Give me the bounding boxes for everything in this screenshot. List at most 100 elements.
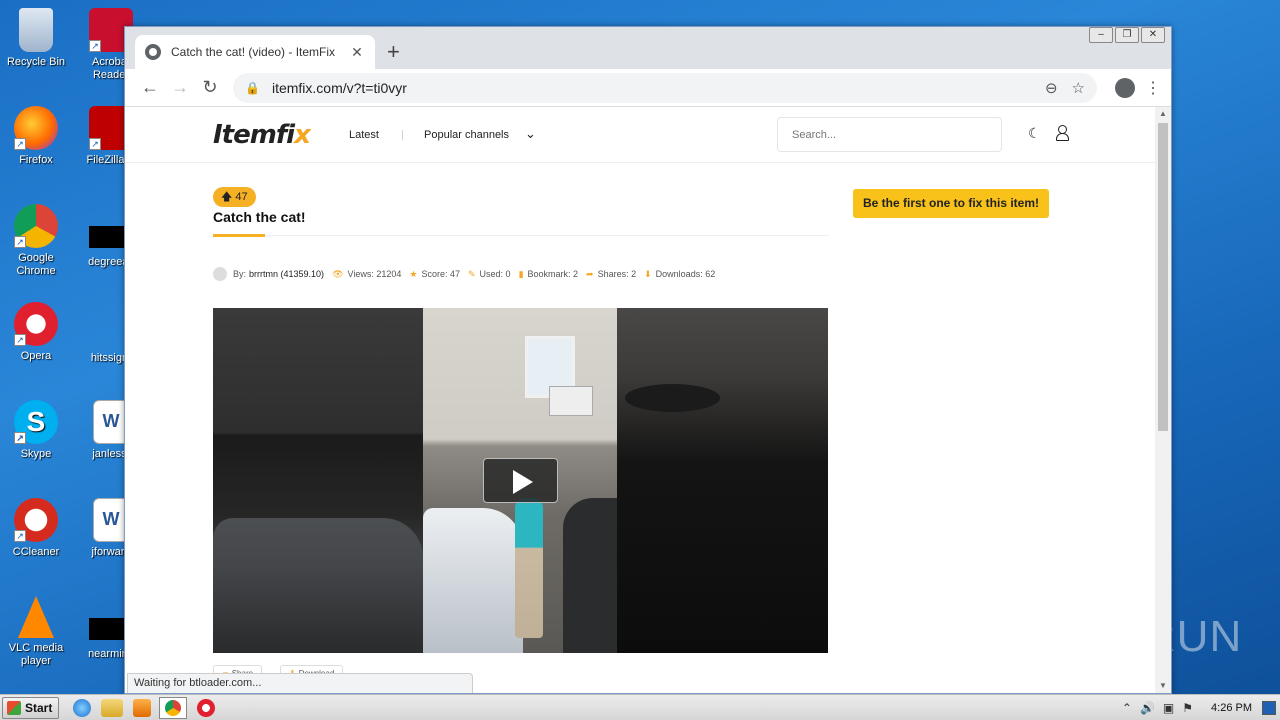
video-player[interactable] [213,308,828,653]
tab-strip: Catch the cat! (video) - ItemFix ✕ + – ❐… [125,27,1171,69]
globe-icon [145,44,161,60]
scrollbar-thumb[interactable] [1158,123,1168,431]
chevron-down-icon[interactable]: ⌄ [525,126,536,142]
show-desktop-icon[interactable] [1262,701,1276,715]
restore-icon[interactable]: ❐ [1115,27,1139,43]
desktop-icon-label: Google Chrome [16,252,56,277]
desktop-icon-ccleaner[interactable]: ↗ CCleaner [1,498,71,559]
post-meta: By: brrrtmn (41359.10) 👁 Views: 21204 ★ Sco… [213,267,723,281]
desktop-icon-label: CCleaner [12,546,60,558]
file-explorer-icon[interactable] [101,698,124,717]
logo-text: Itemfi [213,120,295,150]
media-player-icon[interactable] [133,698,152,717]
used-text: Used: 0 [479,269,511,279]
scroll-up-icon[interactable]: ▲ [1155,107,1171,121]
desktop-icon-firefox[interactable]: ↗ Firefox [1,106,71,167]
desktop-icon-opera[interactable]: ↗ Opera [1,302,71,363]
reload-icon[interactable]: ↻ [195,77,225,98]
vlc-cone-icon [18,596,54,638]
tab-title: Catch the cat! (video) - ItemFix [171,45,336,59]
user-icon[interactable] [1055,125,1069,141]
menu-kebab-icon[interactable]: ⋮ [1145,78,1161,98]
desktop-icon-recycle-bin[interactable]: Recycle Bin [1,8,71,69]
meta-score: ★ Score: 47 [409,269,460,280]
wrench-icon: ✎ [467,268,476,279]
start-label: Start [25,700,53,715]
windows-flag-icon [7,700,21,715]
window-controls: – ❐ ✕ [1087,27,1165,43]
meta-shares: ➦ Shares: 2 [586,269,636,280]
tray-expand-icon[interactable]: ⌃ [1122,701,1132,715]
shares-text: Shares: 2 [597,269,637,279]
address-bar[interactable]: 🔒 itemfix.com/v?t=ti0vyr ⊖ ☆ [233,72,1097,103]
by-label: By: [233,269,247,279]
itemfix-logo[interactable]: Itemfix [213,120,311,150]
post-title: Catch the cat! [213,209,306,225]
play-button-icon[interactable] [483,458,558,503]
nav-popular-channels-link[interactable]: Popular channels [424,129,509,141]
fix-item-button[interactable]: Be the first one to fix this item! [853,189,1050,218]
vote-count: 47 [235,191,248,203]
action-center-flag-icon[interactable]: ⚑ [1182,701,1193,715]
minimize-icon[interactable]: – [1089,27,1113,43]
dark-mode-moon-icon[interactable]: ☾ [1028,125,1041,142]
logo-x: x [294,120,311,150]
desktop-icon-label: Firefox [19,154,53,166]
meta-bookmark: ▮ Bookmark: 2 [519,269,578,280]
score-text: Score: 47 [421,269,460,279]
browser-window: Catch the cat! (video) - ItemFix ✕ + – ❐… [124,26,1172,694]
nav-separator: | [401,129,404,141]
meta-used: ✎ Used: 0 [468,269,511,280]
recycle-bin-icon [19,8,53,52]
forward-arrow-icon[interactable]: → [165,77,195,98]
network-icon[interactable]: ▣ [1163,701,1174,715]
downloads-text: Downloads: 62 [655,269,716,279]
chrome-taskbar-button[interactable] [159,696,188,719]
desktop-icon-label: Recycle Bin [6,56,66,68]
zoom-icon[interactable]: ⊖ [1045,79,1058,97]
eye-icon: 👁 [332,268,344,279]
tab-close-icon[interactable]: ✕ [349,44,365,61]
account-icon[interactable] [1115,77,1135,98]
download-icon: ⬇ [644,268,652,279]
title-divider [213,235,829,236]
bookmark-icon: ▮ [518,268,524,279]
system-tray: ⌃ 🔊 ▣ ⚑ 4:26 PM [1114,695,1280,720]
search-input[interactable] [777,117,1002,152]
opera-icon: ↗ [14,302,58,346]
lock-icon: 🔒 [245,80,260,95]
start-button[interactable]: Start [2,696,60,719]
avatar[interactable] [213,267,227,281]
meta-downloads: ⬇ Downloads: 62 [644,269,715,280]
taskbar: Start ⌃ 🔊 ▣ ⚑ 4:26 PM [0,694,1280,720]
toolbar: ← → ↻ 🔒 itemfix.com/v?t=ti0vyr ⊖ ☆ ⋮ [125,69,1171,107]
title-accent-bar [213,234,265,237]
volume-icon[interactable]: 🔊 [1140,701,1155,715]
upvote-badge[interactable]: 🡅 47 [213,187,256,207]
scroll-down-icon[interactable]: ▼ [1155,679,1171,693]
clock[interactable]: 4:26 PM [1211,702,1252,714]
page-scrollbar[interactable]: ▲ ▼ [1155,107,1171,693]
chrome-icon: ↗ [14,204,58,248]
internet-explorer-icon[interactable] [73,698,92,717]
firefox-icon: ↗ [14,106,58,150]
site-header: Itemfix Latest | Popular channels ⌄ ☾ [125,107,1155,163]
bookmark-star-icon[interactable]: ☆ [1072,79,1085,97]
author-link[interactable]: brrrtmn (41359.10) [249,269,324,279]
meta-author: By: brrrtmn (41359.10) [233,269,324,279]
back-arrow-icon[interactable]: ← [135,77,165,98]
desktop-icon-vlc[interactable]: VLC media player [1,596,71,668]
nav-latest-link[interactable]: Latest [349,129,379,141]
meta-views: 👁 Views: 21204 [332,269,401,280]
desktop-icon-chrome[interactable]: ↗ Google Chrome [1,204,71,278]
new-tab-button[interactable]: + [387,39,400,65]
desktop-icon-skype[interactable]: S ↗ Skype [1,400,71,461]
browser-tab[interactable]: Catch the cat! (video) - ItemFix ✕ [135,35,375,69]
web-page: Itemfix Latest | Popular channels ⌄ ☾ 🡅 … [125,107,1155,693]
desktop-icon-label: Opera [20,350,52,362]
chrome-icon [165,699,182,716]
skype-icon: S ↗ [14,400,58,444]
url-text[interactable]: itemfix.com/v?t=ti0vyr [272,80,1031,96]
close-window-icon[interactable]: ✕ [1141,27,1165,43]
opera-taskbar-icon[interactable] [197,698,216,717]
